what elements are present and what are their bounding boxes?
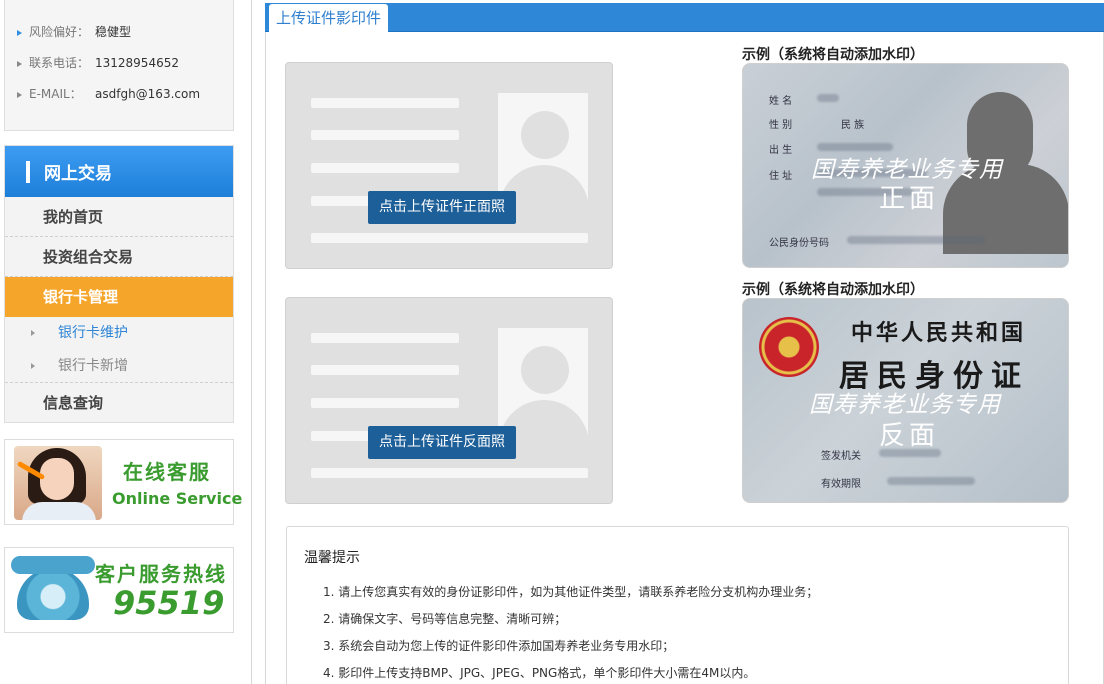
placeholder-line — [311, 398, 459, 408]
card-field-id-number: 公民身份号码 — [769, 238, 829, 249]
profile-risk-label: 风险偏好： — [29, 25, 90, 39]
placeholder-line — [311, 333, 459, 343]
triangle-icon — [31, 363, 35, 369]
hotline-banner[interactable]: 客户服务热线 95519 — [4, 547, 234, 633]
profile-phone-label: 联系电话： — [29, 56, 90, 70]
card-field-birth: 出 生 — [769, 145, 793, 156]
profile-email-label: E-MAIL： — [29, 87, 82, 101]
blurred-text — [847, 236, 985, 244]
card-field-gender: 性 别 — [769, 120, 793, 131]
page: 风险偏好： 稳健型 联系电话： 13128954652 E-MAIL： asdfgh@… — [0, 0, 1104, 684]
card-country: 中华人民共和国 — [851, 320, 1027, 346]
profile-email-row: E-MAIL： asdfgh@163.com — [17, 84, 200, 104]
blurred-text — [817, 94, 839, 102]
tab-bar: 上传证件影印件 — [265, 3, 1104, 32]
profile-phone-value: 13128954652 — [95, 56, 179, 70]
sidebar-subitem-card-add[interactable]: 银行卡新增 — [5, 350, 233, 383]
watermark-side: 反面 — [879, 421, 940, 451]
example-card-front: 姓 名 性 别 民 族 出 生 住 址 公民身份号码 国寿养老业务专用 正面 — [742, 63, 1069, 268]
card-field-name: 姓 名 — [769, 96, 793, 107]
triangle-icon — [31, 330, 35, 336]
hotline-number: 95519 — [113, 584, 225, 622]
upload-back-button[interactable]: 点击上传证件反面照 — [368, 426, 516, 459]
telephone-icon — [17, 568, 89, 620]
portrait-head — [521, 346, 569, 394]
tips-list: 1. 请上传您真实有效的身份证影印件，如为其他证件类型，请联系养老险分支机构办理… — [323, 583, 818, 684]
watermark-text: 国寿养老业务专用 — [809, 392, 1001, 418]
bullet-icon — [17, 29, 22, 36]
menu-title: 网上交易 — [44, 164, 112, 184]
profile-email-value: asdfgh@163.com — [95, 87, 201, 101]
subitem-label: 银行卡维护 — [58, 325, 128, 341]
bullet-icon — [17, 91, 22, 98]
placeholder-line — [311, 130, 459, 140]
main-content: 上传证件影印件 点击上传证件正面照 点击上传证件反面照 示例（系统将自动添加水印… — [262, 0, 1104, 684]
example-title-back: 示例（系统将自动添加水印） — [742, 282, 924, 298]
national-emblem-icon — [759, 317, 819, 377]
avatar-face — [40, 458, 74, 500]
profile-phone-row: 联系电话： 13128954652 — [17, 53, 179, 73]
blurred-text — [887, 477, 975, 485]
placeholder-line — [311, 98, 459, 108]
sidebar-item-bank-card[interactable]: 银行卡管理 — [5, 277, 233, 317]
placeholder-line — [311, 365, 459, 375]
tip-item: 2. 请确保文字、号码等信息完整、清晰可辨； — [323, 612, 567, 626]
card-field-ethnicity: 民 族 — [841, 120, 865, 131]
profile-panel: 风险偏好： 稳健型 联系电话： 13128954652 E-MAIL： asdfgh@… — [4, 0, 234, 131]
menu-header-bar — [26, 160, 30, 183]
example-card-back: 中华人民共和国 居民身份证 国寿养老业务专用 反面 签发机关 有效期限 — [742, 298, 1069, 503]
online-service-cn: 在线客服 — [123, 460, 211, 484]
sidebar-item-info-query[interactable]: 信息查询 — [5, 383, 233, 423]
column-divider — [251, 0, 252, 684]
hotline-cn: 客户服务热线 — [95, 562, 227, 586]
avatar-body — [22, 502, 96, 520]
upload-front-area[interactable]: 点击上传证件正面照 — [285, 62, 613, 269]
online-service-en: Online Service — [112, 489, 243, 508]
card-field-validity: 有效期限 — [821, 479, 861, 490]
sidebar-item-home[interactable]: 我的首页 — [5, 197, 233, 237]
menu-header: 网上交易 — [5, 146, 233, 197]
placeholder-line — [311, 163, 459, 173]
portrait-head — [521, 111, 569, 159]
blurred-text — [879, 449, 941, 457]
tip-item: 4. 影印件上传支持BMP、JPG、JPEG、PNG格式，单个影印件大小需在4M… — [323, 666, 756, 680]
telephone-handset-icon — [11, 556, 95, 574]
sidebar-menu: 网上交易 我的首页 投资组合交易 银行卡管理 银行卡维护 银行卡新增 信息查询 — [4, 145, 234, 423]
bullet-icon — [17, 60, 22, 67]
card-field-authority: 签发机关 — [821, 451, 861, 462]
left-sidebar: 风险偏好： 稳健型 联系电话： 13128954652 E-MAIL： asdfgh@… — [0, 0, 242, 684]
service-agent-avatar — [14, 446, 102, 520]
example-title-front: 示例（系统将自动添加水印） — [742, 47, 924, 63]
tip-item: 3. 系统会自动为您上传的证件影印件添加国寿养老业务专用水印； — [323, 639, 675, 653]
upload-back-area[interactable]: 点击上传证件反面照 — [285, 297, 613, 504]
tab-upload-id[interactable]: 上传证件影印件 — [269, 4, 389, 32]
profile-risk-value: 稳健型 — [95, 25, 132, 39]
placeholder-line — [311, 233, 588, 243]
sidebar-item-portfolio-trade[interactable]: 投资组合交易 — [5, 237, 233, 277]
placeholder-line — [311, 468, 588, 478]
profile-risk-row: 风险偏好： 稳健型 — [17, 22, 131, 42]
subitem-label: 银行卡新增 — [58, 358, 128, 374]
online-service-banner[interactable]: 在线客服 Online Service — [4, 439, 242, 525]
tip-item: 1. 请上传您真实有效的身份证影印件，如为其他证件类型，请联系养老险分支机构办理… — [323, 585, 819, 599]
watermark-side: 正面 — [879, 184, 940, 214]
tips-panel: 温馨提示 1. 请上传您真实有效的身份证影印件，如为其他证件类型，请联系养老险分… — [286, 526, 1069, 684]
tips-title: 温馨提示 — [304, 550, 360, 566]
card-field-address: 住 址 — [769, 171, 793, 182]
sidebar-subitem-card-maintain[interactable]: 银行卡维护 — [5, 317, 233, 350]
upload-front-button[interactable]: 点击上传证件正面照 — [368, 191, 516, 224]
